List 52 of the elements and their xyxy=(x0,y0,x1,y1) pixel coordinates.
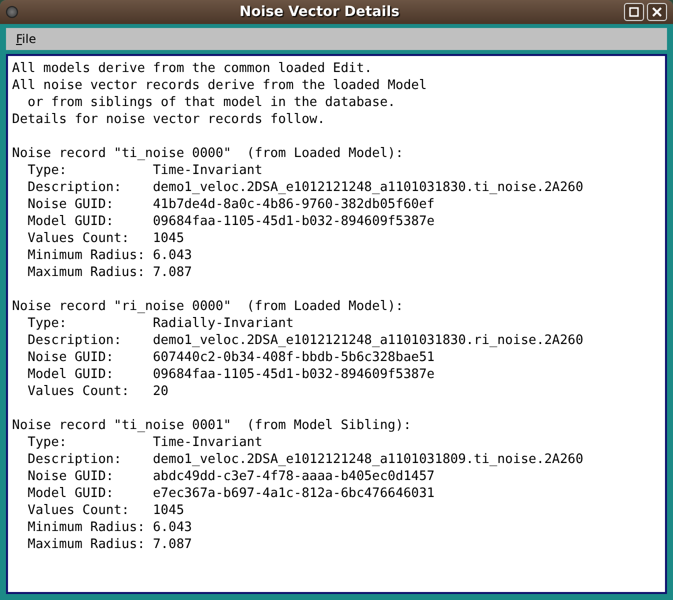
field-label: Noise GUID: xyxy=(28,469,114,484)
field-label: Minimum Radius: xyxy=(28,520,146,535)
field-label: Values Count: xyxy=(28,231,130,246)
field-value: demo1_veloc.2DSA_e1012121248_a1101031830.ri_noise.2A260 xyxy=(152,332,584,349)
intro-text: All noise vector records derive from the loaded Model xyxy=(12,78,427,93)
field-value: e7ec367a-b697-4a1c-812a-6bc476646031 xyxy=(152,485,435,502)
field-value: 20 xyxy=(152,383,169,400)
field-value: Radially-Invariant xyxy=(152,315,294,332)
field-value: 1045 xyxy=(152,502,184,519)
intro-text: All models derive from the common loaded Edit. xyxy=(12,61,372,76)
field-value: 6.043 xyxy=(152,519,192,536)
maximize-button[interactable] xyxy=(624,3,644,21)
field-label: Model GUID: xyxy=(28,214,114,229)
record-header: Noise record "ri_noise 0000" (from Loaded Model): xyxy=(12,299,404,314)
field-label: Noise GUID: xyxy=(28,350,114,365)
field-label: Type: xyxy=(28,316,67,331)
field-label: Description: xyxy=(28,180,122,195)
field-value: demo1_veloc.2DSA_e1012121248_a1101031830.ti_noise.2A260 xyxy=(152,179,584,196)
field-value: abdc49dd-c3e7-4f78-aaaa-b405ec0d1457 xyxy=(152,468,435,485)
field-label: Maximum Radius: xyxy=(28,265,146,280)
field-label: Type: xyxy=(28,435,67,450)
field-label: Description: xyxy=(28,452,122,467)
field-label: Model GUID: xyxy=(28,486,114,501)
intro-text: Details for noise vector records follow. xyxy=(12,112,326,127)
window-menu-icon[interactable] xyxy=(6,6,18,18)
close-button[interactable] xyxy=(647,3,667,21)
field-label: Minimum Radius: xyxy=(28,248,146,263)
field-label: Model GUID: xyxy=(28,367,114,382)
field-value: 09684faa-1105-45d1-b032-894609f5387e xyxy=(152,366,435,383)
menu-item[interactable]: File xyxy=(12,31,40,47)
field-value: 09684faa-1105-45d1-b032-894609f5387e xyxy=(152,213,435,230)
record-header: Noise record "ti_noise 0000" (from Loaded Model): xyxy=(12,146,404,161)
field-label: Maximum Radius: xyxy=(28,537,146,552)
field-value: demo1_veloc.2DSA_e1012121248_a1101031809.ti_noise.2A260 xyxy=(152,451,584,468)
window-title: Noise Vector Details xyxy=(238,4,400,20)
field-value: Time-Invariant xyxy=(152,162,262,179)
maximize-icon xyxy=(629,7,639,17)
field-label: Description: xyxy=(28,333,122,348)
field-value: 7.087 xyxy=(152,264,192,281)
field-label: Noise GUID: xyxy=(28,197,114,212)
intro-text: or from siblings of that model in the database. xyxy=(28,95,396,110)
field-value: 41b7de4d-8a0c-4b86-9760-382db05f60ef xyxy=(152,196,435,213)
field-label: Type: xyxy=(28,163,67,178)
field-value: 1045 xyxy=(152,230,184,247)
field-label: Values Count: xyxy=(28,503,130,518)
field-value: Time-Invariant xyxy=(152,434,262,451)
field-value: 7.087 xyxy=(152,536,192,553)
field-label: Values Count: xyxy=(28,384,130,399)
record-header: Noise record "ti_noise 0001" (from Model Sibling): xyxy=(12,418,412,433)
close-icon xyxy=(652,7,662,17)
field-value: 607440c2-0b34-408f-bbdb-5b6c328bae51 xyxy=(152,349,435,366)
field-value: 6.043 xyxy=(152,247,192,264)
